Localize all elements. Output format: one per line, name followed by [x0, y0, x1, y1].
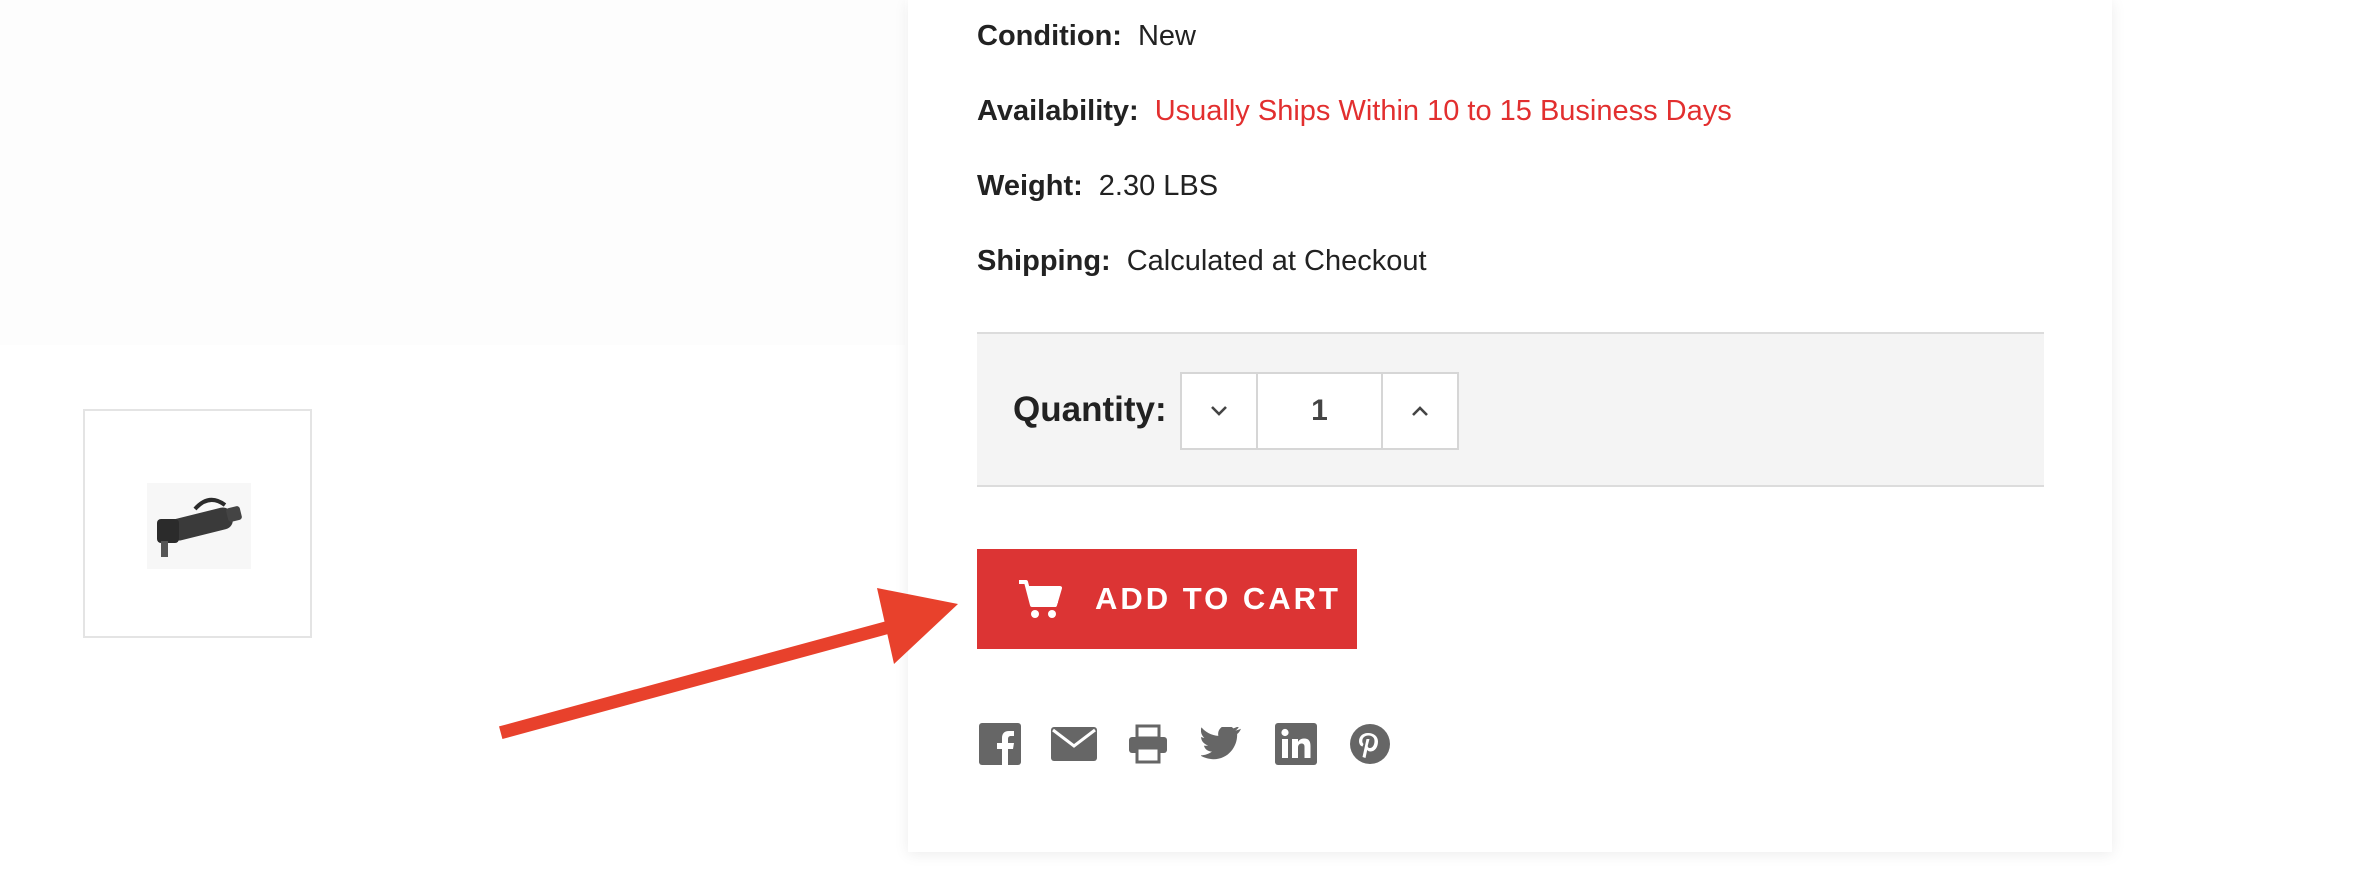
red-arrow-pointer [499, 588, 958, 739]
